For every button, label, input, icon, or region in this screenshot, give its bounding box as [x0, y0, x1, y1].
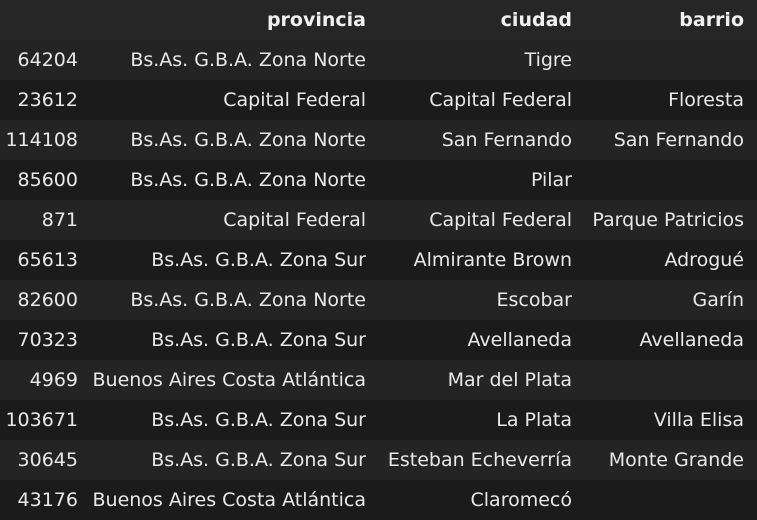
table-header: provincia ciudad barrio [0, 0, 757, 40]
row-index: 64204 [17, 49, 78, 71]
row-index: 23612 [17, 89, 78, 111]
cell-ciudad: Esteban Echeverría [387, 449, 572, 471]
table-body: 64204 Bs.As. G.B.A. Zona Norte Tigre 236… [0, 40, 757, 520]
table-row: 103671 Bs.As. G.B.A. Zona Sur La Plata V… [0, 400, 757, 440]
cell-ciudad: San Fernando [441, 129, 572, 151]
table-row: 85600 Bs.As. G.B.A. Zona Norte Pilar [0, 160, 757, 200]
table-row: 871 Capital Federal Capital Federal Parq… [0, 200, 757, 240]
cell-ciudad: Almirante Brown [413, 249, 572, 271]
cell-ciudad: La Plata [496, 409, 572, 431]
cell-provincia: Bs.As. G.B.A. Zona Norte [130, 49, 366, 71]
cell-barrio [585, 480, 757, 520]
cell-ciudad: Pilar [530, 169, 572, 191]
table-row: 23612 Capital Federal Capital Federal Fl… [0, 80, 757, 120]
cell-provincia: Bs.As. G.B.A. Zona Sur [151, 409, 366, 431]
dataframe-table: provincia ciudad barrio 64204 Bs.As. G.B… [0, 0, 757, 520]
cell-provincia: Buenos Aires Costa Atlántica [92, 369, 367, 391]
table-row: 30645 Bs.As. G.B.A. Zona Sur Esteban Ech… [0, 440, 757, 480]
cell-barrio: Avellaneda [639, 329, 744, 351]
cell-barrio: Villa Elisa [653, 409, 744, 431]
row-index: 4969 [29, 369, 78, 391]
header-index [0, 0, 91, 40]
header-ciudad: ciudad [500, 9, 572, 31]
cell-barrio: Monte Grande [608, 449, 744, 471]
row-index: 30645 [17, 449, 78, 471]
table-row: 82600 Bs.As. G.B.A. Zona Norte Escobar G… [0, 280, 757, 320]
header-row: provincia ciudad barrio [0, 0, 757, 40]
row-index: 82600 [17, 289, 78, 311]
cell-ciudad: Tigre [524, 49, 572, 71]
row-index: 85600 [17, 169, 78, 191]
cell-ciudad: Capital Federal [429, 209, 572, 231]
header-provincia: provincia [266, 9, 366, 31]
cell-provincia: Bs.As. G.B.A. Zona Norte [130, 129, 366, 151]
cell-provincia: Bs.As. G.B.A. Zona Norte [130, 289, 366, 311]
table-row: 70323 Bs.As. G.B.A. Zona Sur Avellaneda … [0, 320, 757, 360]
cell-ciudad: Mar del Plata [447, 369, 572, 391]
row-index: 65613 [17, 249, 78, 271]
cell-barrio: Garín [692, 289, 745, 311]
table-row: 4969 Buenos Aires Costa Atlántica Mar de… [0, 360, 757, 400]
cell-provincia: Bs.As. G.B.A. Zona Sur [151, 449, 366, 471]
cell-ciudad: Escobar [496, 289, 573, 311]
cell-barrio [585, 160, 757, 200]
cell-barrio: Floresta [668, 89, 744, 111]
row-index: 43176 [17, 489, 78, 511]
cell-barrio: Adrogué [664, 249, 744, 271]
cell-provincia: Capital Federal [223, 89, 366, 111]
cell-barrio: Parque Patricios [592, 209, 744, 231]
cell-provincia: Bs.As. G.B.A. Zona Sur [151, 329, 366, 351]
cell-barrio: San Fernando [613, 129, 744, 151]
row-index: 114108 [5, 129, 78, 151]
table-row: 43176 Buenos Aires Costa Atlántica Claro… [0, 480, 757, 520]
cell-ciudad: Capital Federal [429, 89, 572, 111]
cell-provincia: Buenos Aires Costa Atlántica [92, 489, 367, 511]
cell-barrio [585, 40, 757, 80]
cell-provincia: Bs.As. G.B.A. Zona Sur [151, 249, 366, 271]
row-index: 871 [41, 209, 78, 231]
table-row: 114108 Bs.As. G.B.A. Zona Norte San Fern… [0, 120, 757, 160]
cell-barrio [585, 360, 757, 400]
table-row: 65613 Bs.As. G.B.A. Zona Sur Almirante B… [0, 240, 757, 280]
row-index: 70323 [17, 329, 78, 351]
row-index: 103671 [5, 409, 78, 431]
cell-provincia: Bs.As. G.B.A. Zona Norte [130, 169, 366, 191]
cell-ciudad: Claromecó [470, 489, 572, 511]
cell-provincia: Capital Federal [223, 209, 366, 231]
header-barrio: barrio [679, 9, 744, 31]
cell-ciudad: Avellaneda [467, 329, 572, 351]
table-row: 64204 Bs.As. G.B.A. Zona Norte Tigre [0, 40, 757, 80]
